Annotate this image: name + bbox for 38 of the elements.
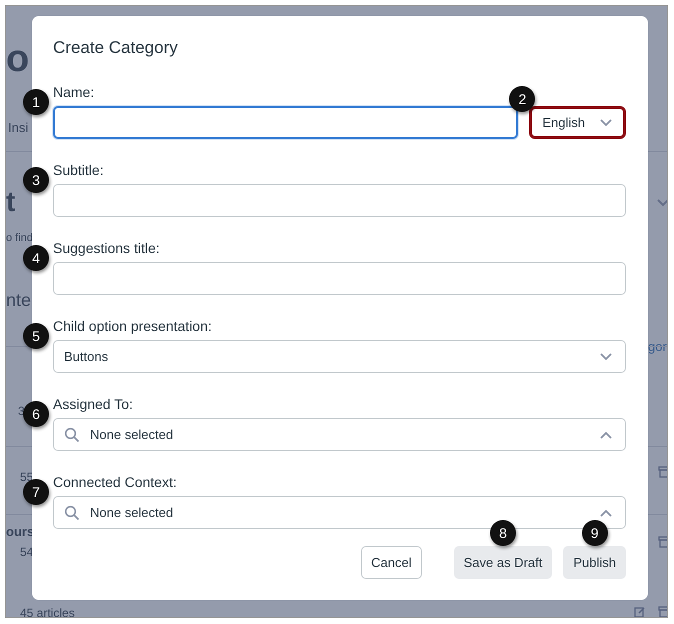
search-icon (64, 426, 80, 442)
callout-badge: 6 (23, 401, 49, 427)
text-field[interactable] (53, 106, 518, 139)
search-select-field[interactable]: None selected (53, 496, 626, 529)
select-field[interactable]: Buttons (53, 340, 626, 373)
background-text: nte (6, 290, 32, 311)
callout-badge: 5 (23, 323, 49, 349)
chevron-icon (656, 198, 667, 208)
dialog-button[interactable]: Publish (563, 546, 626, 579)
background-text: 45 articles (20, 606, 75, 617)
callout-badge: 3 (23, 167, 49, 193)
background-text: t (6, 186, 16, 218)
text-field[interactable] (53, 184, 626, 217)
field-label: Name: (53, 84, 94, 100)
callout-badge: 4 (23, 245, 49, 271)
background-text: 54 (20, 545, 34, 559)
dialog-button[interactable]: Cancel (361, 546, 422, 579)
callout-badge: 9 (582, 520, 608, 546)
edit-icon (634, 606, 646, 617)
search-icon (64, 504, 80, 520)
field-label: Subtitle: (53, 162, 104, 178)
dialog-title: Create Category (53, 38, 179, 58)
field-label: Suggestions title: (53, 240, 160, 256)
field-label: Child option presentation: (53, 318, 212, 334)
callout-badge: 2 (509, 86, 536, 112)
callout-badge: 1 (23, 89, 49, 115)
background-text: o find (6, 232, 33, 244)
chevron-down-icon (599, 352, 613, 362)
language-select[interactable]: English (529, 106, 626, 139)
dialog-button[interactable]: Save as Draft (454, 546, 552, 579)
field-label: Assigned To: (53, 396, 133, 412)
field-label: Connected Context: (53, 474, 177, 490)
chevron-down-icon (599, 118, 613, 128)
background-text: Insi (8, 120, 28, 135)
background-text: o (6, 38, 30, 81)
text-field[interactable] (53, 262, 626, 295)
search-select-field[interactable]: None selected (53, 418, 626, 451)
callout-badge: 8 (490, 520, 516, 546)
